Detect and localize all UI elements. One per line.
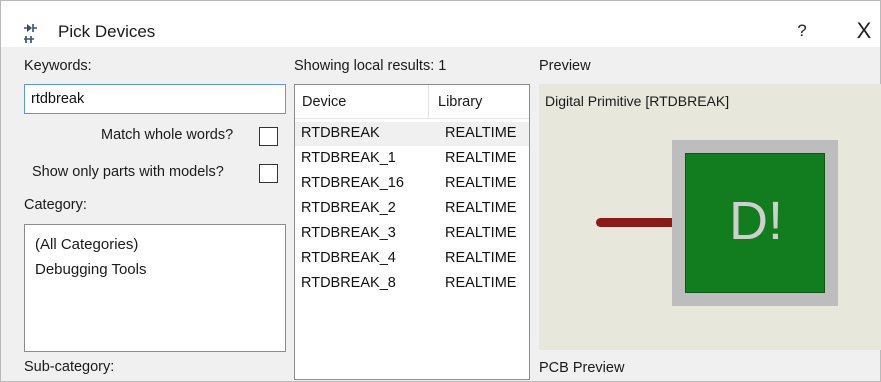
preview-caption: Digital Primitive [RTDBREAK]	[545, 93, 730, 109]
pcb-preview-label: PCB Preview	[539, 360, 625, 376]
show-models-checkbox[interactable]	[259, 164, 278, 183]
device-cell: RTDBREAK_16	[301, 175, 404, 191]
preview-label: Preview	[539, 58, 591, 74]
library-cell: REALTIME	[445, 175, 517, 191]
device-cell: RTDBREAK_8	[301, 275, 396, 291]
column-header-library[interactable]: Library	[438, 94, 482, 110]
library-cell: REALTIME	[445, 275, 517, 291]
pick-devices-dialog: Pick Devices ? X Keywords: Match whole w…	[0, 0, 881, 382]
device-cell: RTDBREAK_4	[301, 250, 396, 266]
device-cell: RTDBREAK_1	[301, 150, 396, 166]
results-list[interactable]: Device Library RTDBREAK REALTIME RTDBREA…	[294, 84, 530, 380]
results-status: Showing local results: 1	[294, 58, 447, 74]
category-item[interactable]: (All Categories)	[35, 236, 138, 253]
library-cell: REALTIME	[445, 225, 517, 241]
symbol-text: D!	[729, 191, 783, 251]
column-divider[interactable]	[428, 85, 429, 119]
results-header: Device Library	[295, 85, 529, 119]
device-cell: RTDBREAK_2	[301, 200, 396, 216]
library-cell: REALTIME	[445, 150, 517, 166]
pick-devices-icon	[24, 24, 37, 43]
keywords-input[interactable]	[24, 84, 286, 114]
symbol-body: D!	[685, 153, 825, 293]
column-header-device[interactable]: Device	[302, 94, 346, 110]
subcategory-label: Sub-category:	[24, 359, 115, 375]
category-list[interactable]: (All Categories) Debugging Tools	[24, 224, 286, 352]
match-whole-words-label: Match whole words?	[101, 127, 234, 143]
device-preview: Digital Primitive [RTDBREAK] D!	[539, 84, 881, 350]
show-models-label: Show only parts with models?	[32, 164, 224, 180]
result-row[interactable]: RTDBREAK_1 REALTIME	[295, 147, 529, 171]
category-label: Category:	[24, 197, 87, 213]
library-cell: REALTIME	[445, 125, 517, 141]
library-cell: REALTIME	[445, 200, 517, 216]
result-row[interactable]: RTDBREAK_16 REALTIME	[295, 172, 529, 196]
device-cell: RTDBREAK	[301, 125, 380, 141]
result-row[interactable]: RTDBREAK_3 REALTIME	[295, 222, 529, 246]
window-title: Pick Devices	[58, 22, 156, 41]
help-button[interactable]: ?	[789, 18, 815, 44]
keywords-label: Keywords:	[24, 58, 92, 74]
match-whole-words-checkbox[interactable]	[259, 127, 278, 146]
device-cell: RTDBREAK_3	[301, 225, 396, 241]
title-bar: Pick Devices ? X	[1, 1, 880, 47]
close-button[interactable]: X	[849, 17, 879, 45]
category-item[interactable]: Debugging Tools	[35, 261, 146, 278]
result-row[interactable]: RTDBREAK_8 REALTIME	[295, 272, 529, 296]
result-row[interactable]: RTDBREAK REALTIME	[295, 122, 529, 146]
result-row[interactable]: RTDBREAK_2 REALTIME	[295, 197, 529, 221]
library-cell: REALTIME	[445, 250, 517, 266]
result-row[interactable]: RTDBREAK_4 REALTIME	[295, 247, 529, 271]
